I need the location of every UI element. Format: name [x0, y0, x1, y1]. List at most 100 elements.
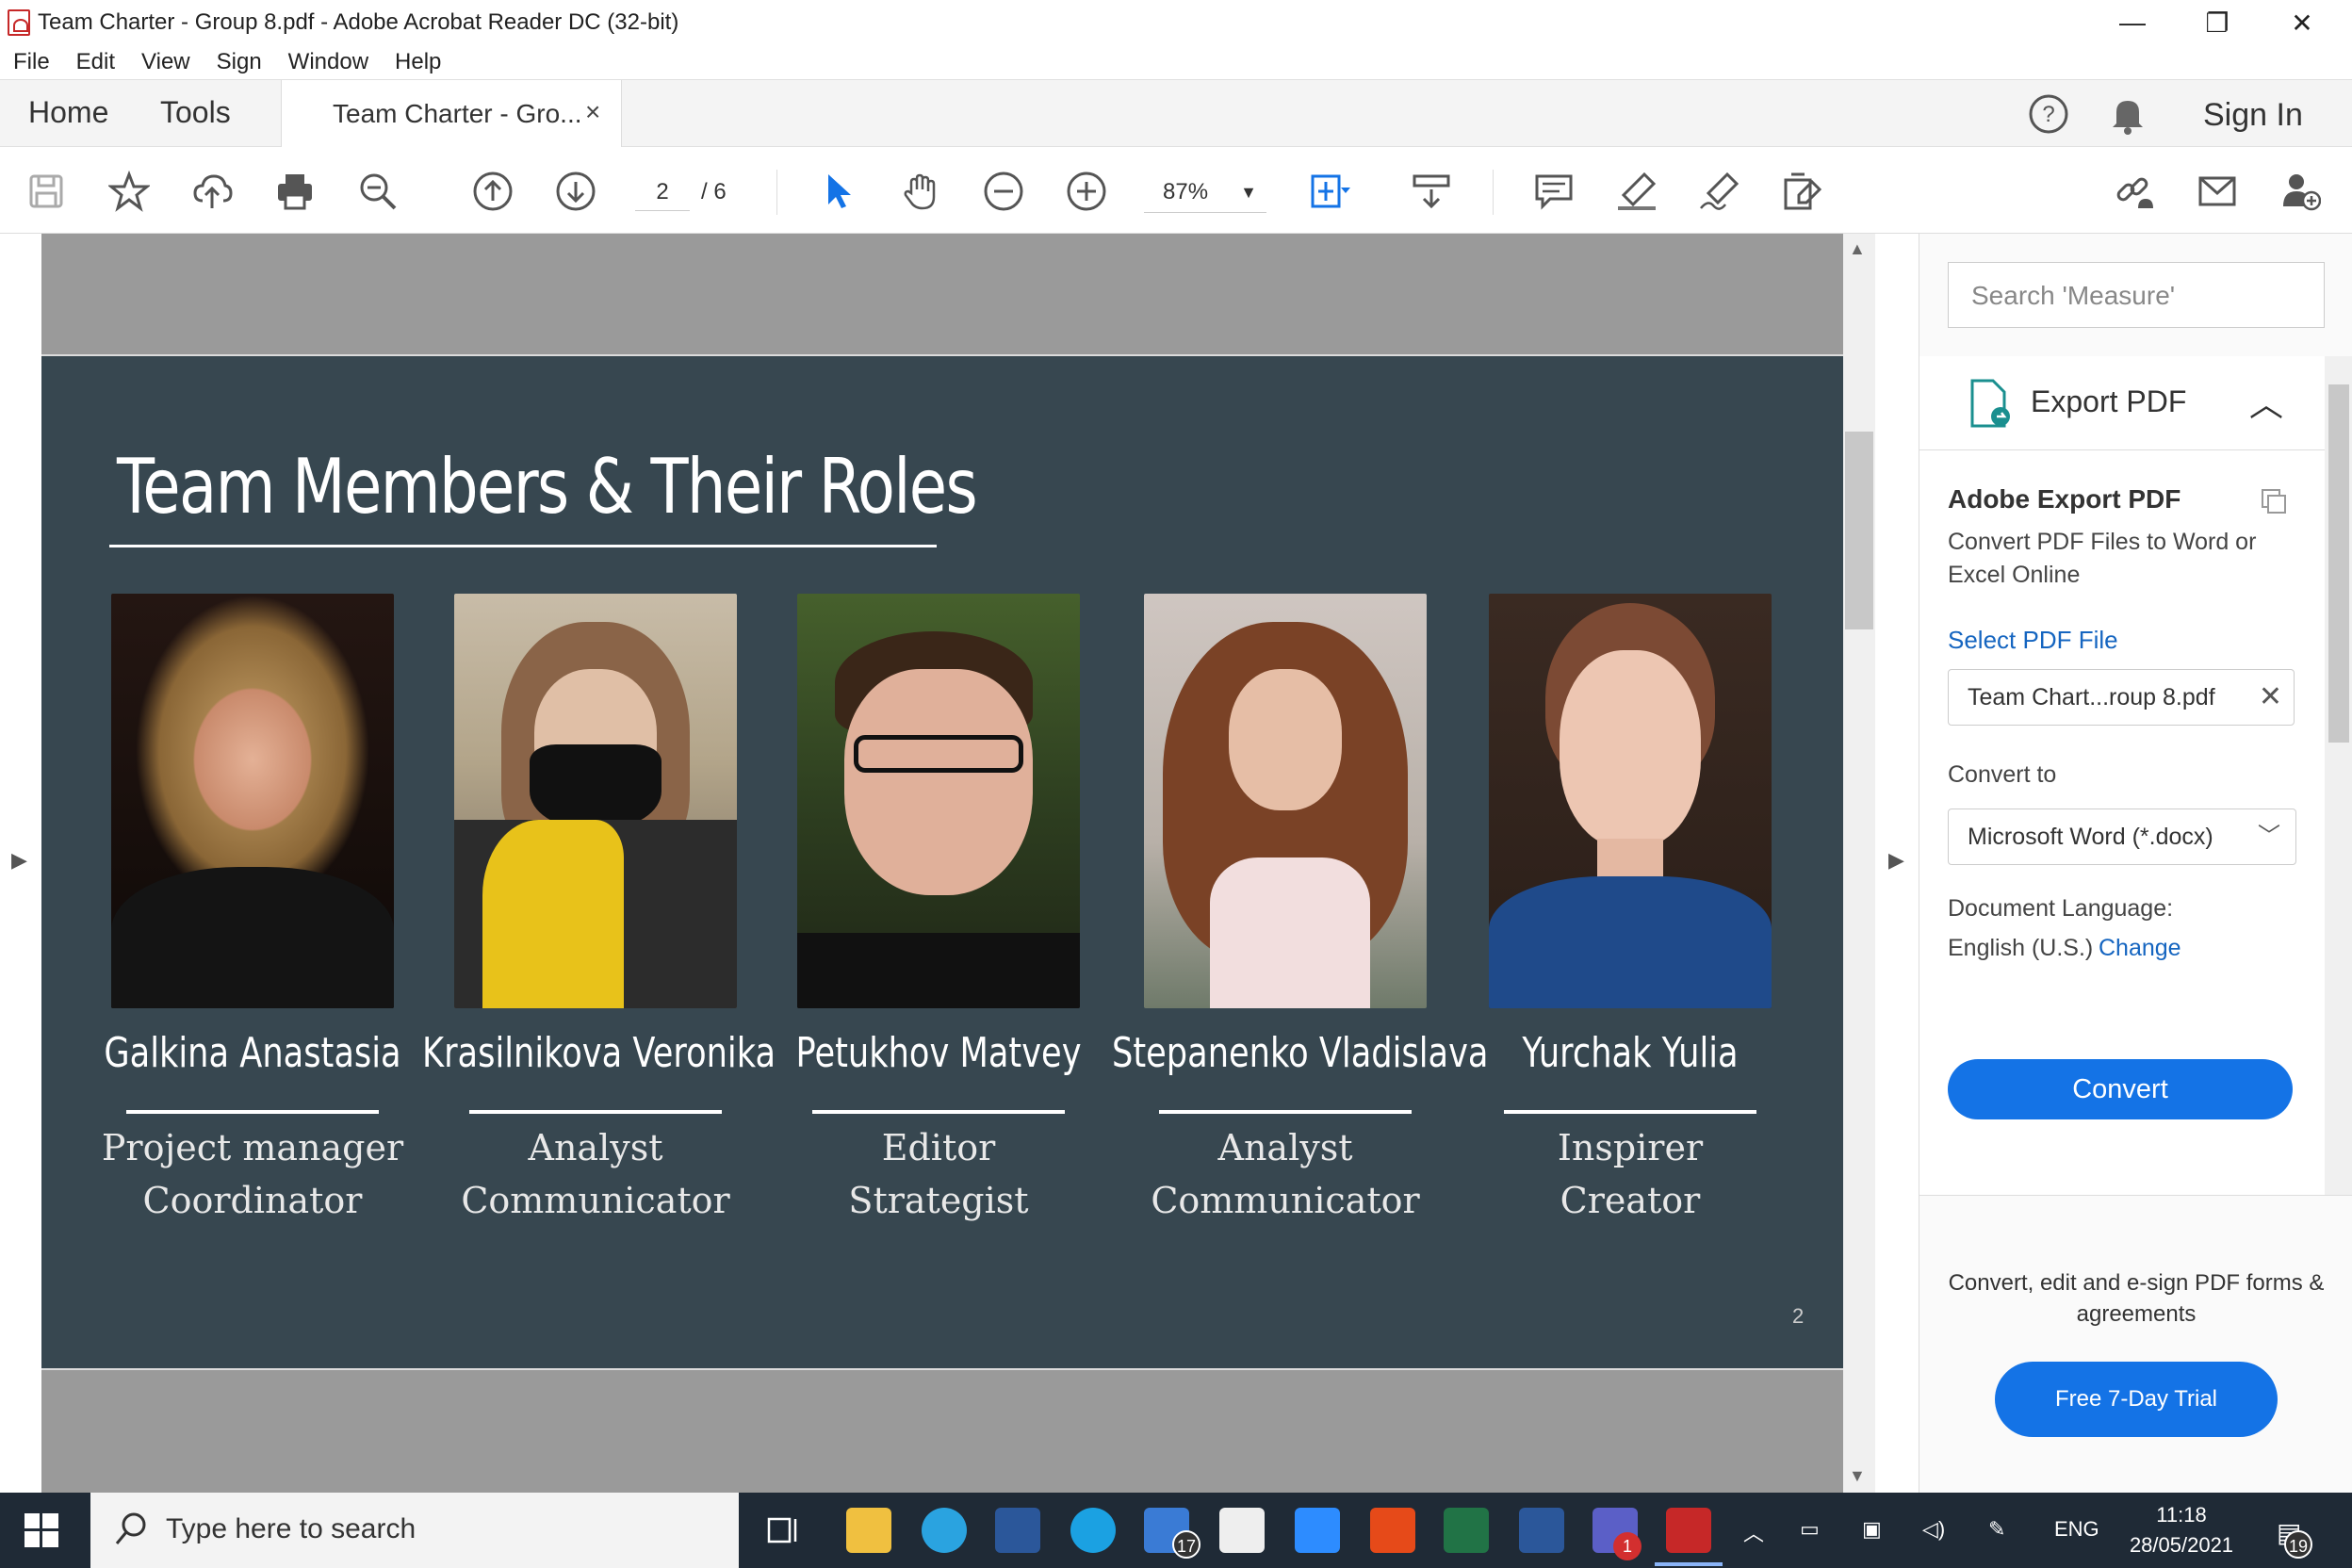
- next-page-icon[interactable]: [552, 168, 599, 215]
- zoom-out-icon[interactable]: [980, 168, 1027, 215]
- export-pdf-panel: Adobe Export PDF Convert PDF Files to Wo…: [1919, 450, 2325, 1195]
- member-role-2: Creator: [1560, 1180, 1701, 1221]
- member-card: Galkina Anastasia Project manager Coordi…: [102, 594, 403, 1221]
- print-icon[interactable]: [271, 168, 318, 215]
- selected-file-name: Team Chart...roup 8.pdf: [1968, 684, 2215, 710]
- promo-section: Convert, edit and e-sign PDF forms & agr…: [1919, 1195, 2352, 1493]
- menu-view[interactable]: View: [128, 45, 204, 79]
- acrobat-icon: [8, 9, 30, 36]
- free-trial-button[interactable]: Free 7-Day Trial: [1995, 1362, 2278, 1437]
- file-explorer-icon[interactable]: [846, 1508, 891, 1553]
- convert-to-label: Convert to: [1948, 761, 2057, 788]
- member-card: Krasilnikova Veronika Analyst Communicat…: [422, 594, 776, 1221]
- restore-button[interactable]: ❐: [2175, 0, 2260, 45]
- email-icon[interactable]: [2194, 168, 2241, 215]
- right-panel-toggle-icon[interactable]: ▶: [1888, 848, 1904, 873]
- tab-document[interactable]: Team Charter - Gro... ×: [281, 80, 622, 148]
- page-number-input[interactable]: 2: [635, 173, 690, 211]
- tab-close-button[interactable]: ×: [585, 97, 600, 127]
- next-page-area: [41, 1370, 1843, 1493]
- zoom-in-icon[interactable]: [1063, 168, 1110, 215]
- taskbar-search-box[interactable]: Type here to search: [90, 1493, 739, 1568]
- input-language[interactable]: ENG: [2054, 1517, 2099, 1542]
- tab-home[interactable]: Home: [28, 95, 108, 130]
- slide-page-number: 2: [1792, 1304, 1805, 1328]
- title-bar: Team Charter - Group 8.pdf - Adobe Acrob…: [0, 0, 2352, 45]
- office-icon[interactable]: [1370, 1508, 1415, 1553]
- tab-tools[interactable]: Tools: [160, 95, 231, 130]
- scrollbar-thumb[interactable]: [1845, 432, 1873, 629]
- member-photo: [797, 594, 1080, 1008]
- menu-window[interactable]: Window: [275, 45, 382, 79]
- close-button[interactable]: ✕: [2260, 0, 2344, 45]
- save-icon[interactable]: [23, 168, 70, 215]
- copy-icon[interactable]: [2259, 486, 2289, 521]
- zoom-dropdown[interactable]: 87% ▼: [1144, 172, 1266, 213]
- convert-button[interactable]: Convert: [1948, 1059, 2293, 1119]
- draw-sign-icon[interactable]: [1696, 168, 1743, 215]
- pdf-page-slide: Team Members & Their Roles Galkina Anast…: [41, 356, 1843, 1368]
- sign-in-button[interactable]: Sign In: [2203, 97, 2303, 134]
- member-photo: [1489, 594, 1772, 1008]
- active-app-indicator: [1655, 1562, 1723, 1566]
- member-card: Petukhov Matvey Editor Strategist: [795, 594, 1082, 1221]
- menu-sign[interactable]: Sign: [204, 45, 275, 79]
- member-role-2: Strategist: [848, 1180, 1029, 1221]
- bell-icon[interactable]: [2107, 93, 2148, 135]
- help-icon[interactable]: ?: [2028, 93, 2069, 135]
- excel-icon[interactable]: [1444, 1508, 1489, 1553]
- edit-text-icon[interactable]: [1779, 168, 1826, 215]
- battery-icon[interactable]: ▭: [1800, 1517, 1820, 1542]
- comment-icon[interactable]: [1530, 168, 1577, 215]
- fit-page-icon[interactable]: [1306, 168, 1353, 215]
- word-icon[interactable]: [995, 1508, 1040, 1553]
- upload-cloud-icon[interactable]: [188, 168, 236, 215]
- add-user-icon[interactable]: [2277, 168, 2324, 215]
- windows-start-icon[interactable]: [24, 1513, 58, 1547]
- notification-badge: 19: [2284, 1530, 2312, 1559]
- network-icon[interactable]: ▣: [1862, 1517, 1882, 1542]
- document-viewer[interactable]: ▶ Team Members & Their Roles Galkina Ana…: [0, 234, 1919, 1493]
- acrobat-taskbar-icon[interactable]: [1666, 1508, 1711, 1553]
- export-pdf-icon: [1967, 379, 2012, 433]
- left-panel-toggle-icon[interactable]: ▶: [11, 848, 27, 873]
- prev-page-icon[interactable]: [469, 168, 516, 215]
- zoom-icon[interactable]: [1295, 1508, 1340, 1553]
- search-icon: [113, 1510, 151, 1552]
- scroll-down-icon[interactable]: ▼: [1849, 1466, 1866, 1486]
- minimize-button[interactable]: —: [2090, 0, 2175, 45]
- select-cursor-icon[interactable]: [814, 168, 861, 215]
- telegram-icon[interactable]: [922, 1508, 967, 1553]
- pen-icon[interactable]: ✎: [1988, 1517, 2005, 1542]
- task-view-icon[interactable]: [761, 1508, 807, 1553]
- menu-help[interactable]: Help: [382, 45, 454, 79]
- volume-icon[interactable]: ◁): [1922, 1517, 1945, 1542]
- chevron-up-icon[interactable]: ︿: [2249, 377, 2283, 426]
- tab-row: Home Tools Team Charter - Gro... × ? Sig…: [0, 79, 2352, 148]
- select-pdf-file-link[interactable]: Select PDF File: [1948, 626, 2118, 655]
- tray-overflow-icon[interactable]: ︿: [1743, 1517, 1764, 1547]
- system-clock[interactable]: 11:18 28/05/2021: [2111, 1500, 2252, 1560]
- store-icon[interactable]: [1219, 1508, 1265, 1553]
- highlight-pen-icon[interactable]: [1613, 168, 1660, 215]
- tool-search-input[interactable]: Search 'Measure': [1948, 262, 2325, 328]
- clear-file-icon[interactable]: ✕: [2259, 670, 2282, 725]
- menu-edit[interactable]: Edit: [63, 45, 128, 79]
- share-link-icon[interactable]: [2111, 168, 2158, 215]
- export-pdf-header[interactable]: Export PDF ︿: [1919, 356, 2325, 450]
- zoom-search-icon[interactable]: [354, 168, 401, 215]
- menu-file[interactable]: File: [0, 45, 63, 79]
- convert-format-dropdown[interactable]: Microsoft Word (*.docx) ﹀: [1948, 808, 2296, 865]
- document-scrollbar[interactable]: ▲ ▼: [1843, 234, 1875, 1493]
- star-icon[interactable]: [106, 168, 153, 215]
- panel-scrollbar[interactable]: [2325, 356, 2352, 1195]
- edge-icon[interactable]: [1070, 1508, 1116, 1553]
- member-name: Petukhov Matvey: [795, 1029, 1082, 1077]
- change-language-link[interactable]: Change: [2099, 935, 2181, 962]
- word-icon-2[interactable]: [1519, 1508, 1564, 1553]
- panel-scrollbar-thumb[interactable]: [2328, 384, 2349, 743]
- promo-text: Convert, edit and e-sign PDF forms & agr…: [1948, 1270, 2325, 1327]
- scroll-mode-icon[interactable]: [1408, 168, 1455, 215]
- hand-tool-icon[interactable]: [897, 168, 944, 215]
- scroll-up-icon[interactable]: ▲: [1849, 239, 1866, 259]
